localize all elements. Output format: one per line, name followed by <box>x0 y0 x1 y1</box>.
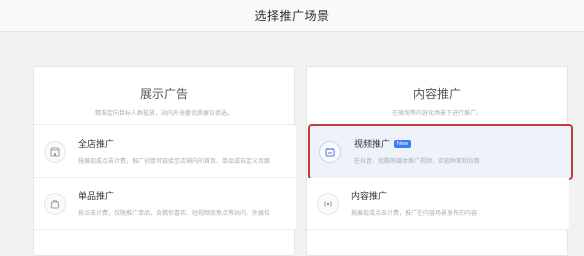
bag-icon <box>44 192 66 215</box>
video-calendar-icon <box>319 141 341 163</box>
panel-title: 展示广告 <box>139 87 188 101</box>
option-description: 在抖音、优酷等媒体推广视频，实现种草和拉新 <box>354 159 481 165</box>
panel-display-ads: 展示广告 精准定向目标人群投放，站内外海量优质展位供选。 全店推广 按展现或点击… <box>33 66 296 256</box>
panel-description: 在微淘等内容化场景下进行推广。 <box>391 111 482 117</box>
option-store-promotion[interactable]: 全店推广 按展现或点击计费，推广创意可链接至店铺内的首页、单品或自定义页面 <box>34 126 296 178</box>
panel-header: 内容推广 在微淘等内容化场景下进行推广。 <box>307 67 567 125</box>
option-name: 内容推广 <box>351 191 388 201</box>
option-single-product-promotion[interactable]: 单品推广 按点击计费，仅限推广单品，含猜你喜欢、短视频及焦点等站内、外展位 <box>34 178 296 230</box>
option-name-row: 视频推广 New <box>354 137 564 150</box>
panel-description: 精准定向目标人群投放，站内外海量优质展位供选。 <box>94 111 233 117</box>
option-name: 单品推广 <box>78 191 115 201</box>
page-title: 选择推广场景 <box>254 9 330 23</box>
option-description: 按展现或点击计费，推广在内容场景发布的内容 <box>351 211 478 217</box>
store-icon <box>44 140 66 163</box>
option-description: 按点击计费，仅限推广单品，含猜你喜欢、短视频及焦点等站内、外展位 <box>78 211 271 217</box>
option-name: 全店推广 <box>78 139 115 149</box>
option-description: 按展现或点击计费，推广创意可链接至店铺内的首页、单品或自定义页面 <box>78 159 271 165</box>
panel-header: 展示广告 精准定向目标人群投放，站内外海量优质展位供选。 <box>34 67 294 125</box>
option-content-promotion[interactable]: 内容推广 按展现或点击计费，推广在内容场景发布的内容 <box>307 178 569 230</box>
panel-title: 内容推广 <box>412 87 461 101</box>
option-name: 视频推广 <box>354 139 391 149</box>
panel-content-ads: 内容推广 在微淘等内容化场景下进行推广。 视频推广 New 在抖音、优酷等媒体推… <box>306 66 573 256</box>
new-badge: New <box>394 139 412 148</box>
option-video-promotion[interactable]: 视频推广 New 在抖音、优酷等媒体推广视频，实现种草和拉新 <box>308 124 573 180</box>
header-bar: 选择推广场景 <box>0 0 584 32</box>
broadcast-icon <box>317 192 339 215</box>
